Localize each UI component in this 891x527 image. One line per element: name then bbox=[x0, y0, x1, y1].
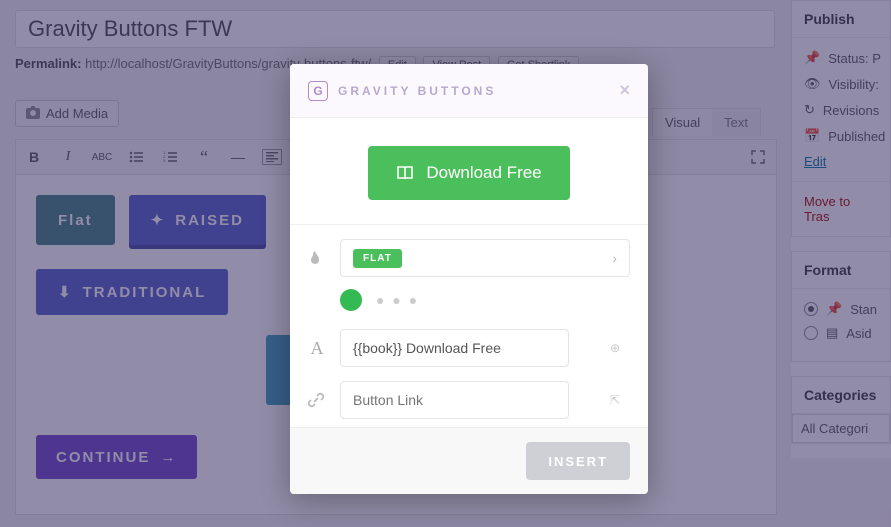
preview-button-label: Download Free bbox=[426, 163, 541, 183]
modal-footer: INSERT bbox=[290, 427, 648, 494]
gravity-buttons-modal: G GRAVITY BUTTONS × Download Free FLAT ›… bbox=[290, 64, 648, 494]
external-link-icon[interactable]: ⇱ bbox=[610, 393, 620, 407]
style-row: FLAT › bbox=[308, 239, 630, 277]
brand-text: GRAVITY BUTTONS bbox=[338, 84, 496, 98]
button-preview-area: Download Free bbox=[290, 118, 648, 225]
close-icon[interactable]: × bbox=[619, 80, 630, 101]
text-row: A ⊕ bbox=[308, 329, 630, 367]
color-row: ● ● ● bbox=[308, 289, 630, 311]
color-swatch[interactable] bbox=[340, 289, 362, 311]
link-icon bbox=[308, 392, 326, 408]
link-row: ⇱ bbox=[308, 381, 630, 419]
flame-icon bbox=[308, 250, 326, 266]
insert-button[interactable]: INSERT bbox=[526, 442, 630, 480]
brand: G GRAVITY BUTTONS bbox=[308, 81, 496, 101]
brand-logo-icon: G bbox=[308, 81, 328, 101]
modal-header: G GRAVITY BUTTONS × bbox=[290, 64, 648, 118]
chevron-right-icon: › bbox=[612, 250, 617, 266]
font-icon: A bbox=[308, 338, 326, 359]
preview-button: Download Free bbox=[368, 146, 569, 200]
book-icon bbox=[396, 165, 414, 181]
insert-variable-icon[interactable]: ⊕ bbox=[610, 341, 620, 355]
button-text-input[interactable] bbox=[340, 329, 569, 367]
style-selector[interactable]: FLAT › bbox=[340, 239, 630, 277]
style-badge: FLAT bbox=[353, 249, 402, 268]
button-link-input[interactable] bbox=[340, 381, 569, 419]
more-colors-icon[interactable]: ● ● ● bbox=[376, 292, 419, 308]
